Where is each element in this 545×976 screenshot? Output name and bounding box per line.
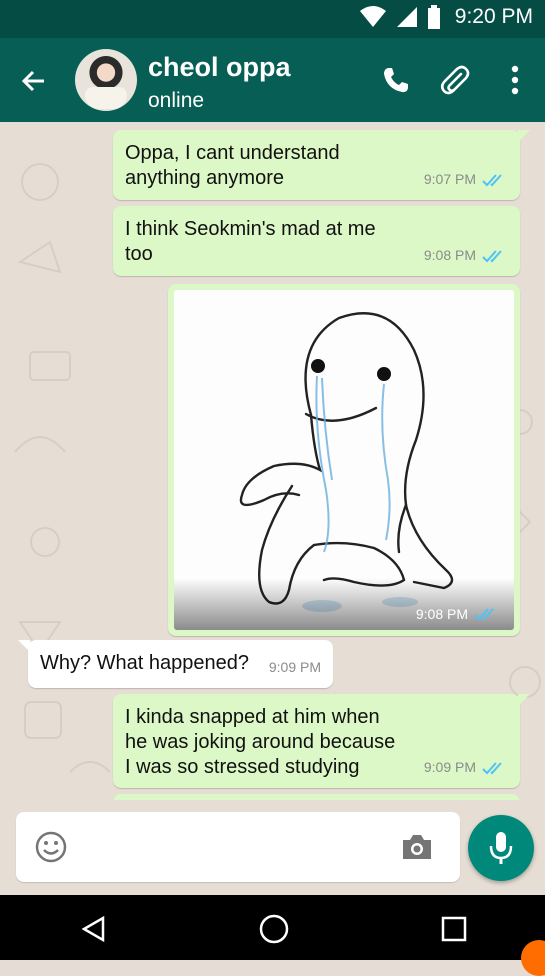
corner-accent: [521, 940, 545, 976]
status-time: 9:20 PM: [454, 5, 533, 28]
message-meta: 9:08 PM: [424, 243, 508, 268]
signal-icon: [396, 7, 417, 27]
message-meta: 9:08 PM: [416, 606, 500, 622]
message-meta: 9:07 PM: [424, 167, 508, 192]
message-time: 9:08 PM: [423, 247, 476, 263]
phone-icon[interactable]: [376, 60, 416, 100]
message-text: I kinda snapped at him when he was jokin…: [125, 706, 396, 778]
message-text: Why? What happened?: [40, 652, 250, 674]
message-time: 9:09 PM: [268, 659, 321, 675]
paperclip-icon[interactable]: [435, 60, 475, 100]
avatar[interactable]: [75, 49, 137, 111]
double-check-icon: [482, 249, 502, 262]
message-bubble-incoming[interactable]: Why? What happened? 9:09 PM: [18, 640, 333, 688]
double-check-icon: [482, 173, 502, 186]
arrow-left-icon[interactable]: [18, 65, 50, 97]
camera-icon[interactable]: [400, 832, 434, 862]
mic-button[interactable]: [468, 815, 534, 881]
contact-name[interactable]: cheol oppa: [148, 52, 291, 83]
message-text: Oppa, I cant understand anything anymore: [125, 142, 340, 189]
message-meta: 9:09 PM: [269, 655, 321, 680]
triangle-back-icon[interactable]: [74, 909, 114, 949]
message-meta: 9:09 PM: [424, 755, 508, 780]
status-icons: 9:20 PM: [359, 5, 533, 29]
image-sticker[interactable]: 9:08 PM: [174, 290, 514, 630]
circle-home-icon[interactable]: [254, 909, 294, 949]
square-recents-icon[interactable]: [434, 909, 474, 949]
message-time: 9:09 PM: [423, 759, 476, 775]
double-check-icon: [474, 608, 494, 621]
message-time: 9:08 PM: [415, 606, 468, 622]
contact-status: online: [148, 89, 205, 112]
image-message[interactable]: 9:08 PM: [168, 284, 520, 636]
message-input[interactable]: [16, 812, 460, 882]
message-bubble-outgoing[interactable]: Oppa, I cant understand anything anymore…: [113, 130, 530, 200]
system-nav-bar: [0, 895, 545, 976]
message-text: I think Seokmin's mad at me too: [125, 218, 376, 265]
message-time: 9:07 PM: [423, 171, 476, 187]
message-bubble-outgoing[interactable]: I think Seokmin's mad at me too 9:08 PM: [113, 206, 520, 276]
emoji-icon[interactable]: [34, 830, 68, 864]
message-bubble-outgoing[interactable]: I kinda snapped at him when he was jokin…: [113, 694, 530, 788]
status-bar: 9:20 PM: [0, 0, 545, 38]
more-vert-icon[interactable]: [495, 60, 535, 100]
wifi-icon: [359, 6, 386, 27]
chat-area[interactable]: Oppa, I cant understand anything anymore…: [0, 122, 545, 800]
composer-bar: [0, 800, 545, 895]
mic-icon: [489, 832, 513, 864]
battery-icon: [427, 5, 440, 29]
chat-header: cheol oppa online: [0, 38, 545, 122]
double-check-icon: [482, 761, 502, 774]
